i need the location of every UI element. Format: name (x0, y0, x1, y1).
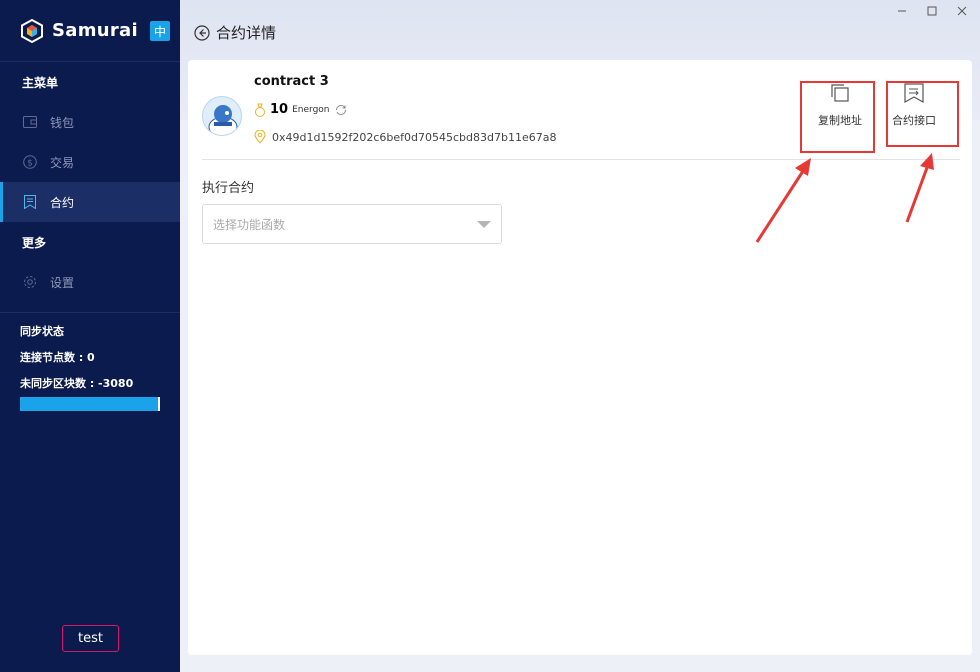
card-divider (202, 159, 960, 160)
sidebar-item-contract[interactable]: 合约 (0, 182, 180, 222)
page-title: 合约详情 (216, 24, 277, 42)
function-select-placeholder: 选择功能函数 (213, 217, 286, 232)
annotation-box-copy (800, 81, 875, 153)
sidebar-item-label: 交易 (50, 155, 75, 170)
energon-balance: 10 Energon (254, 102, 348, 117)
sidebar-item-label: 钱包 (50, 115, 75, 130)
user-button[interactable]: test (62, 625, 119, 652)
sidebar-item-label: 设置 (50, 275, 75, 290)
svg-text:$: $ (27, 159, 33, 169)
close-icon[interactable] (954, 4, 970, 18)
contract-address: 0x49d1d1592f202c6bef0d70545cbd83d7b11e67… (254, 130, 556, 144)
function-select[interactable]: 选择功能函数 (202, 204, 502, 244)
back-button[interactable]: 合约详情 (194, 22, 276, 43)
chevron-down-icon (477, 221, 491, 228)
address-text: 0x49d1d1592f202c6bef0d70545cbd83d7b11e67… (272, 130, 557, 144)
brand-name: Samurai (52, 20, 138, 41)
minimize-icon[interactable] (894, 4, 910, 18)
window-controls (894, 4, 970, 18)
location-pin-icon (254, 130, 266, 144)
gear-icon (22, 274, 38, 290)
main-menu-title: 主菜单 (22, 75, 59, 90)
sidebar-item-label: 合约 (50, 195, 75, 210)
sidebar-item-settings[interactable]: 设置 (0, 262, 180, 302)
contract-icon (22, 194, 38, 210)
sync-progress-bar (20, 397, 160, 411)
money-bag-icon (255, 103, 265, 117)
samurai-logo-icon (21, 18, 43, 43)
back-arrow-icon (194, 24, 210, 41)
execute-contract-label: 执行合约 (202, 181, 255, 196)
energon-unit: Energon (292, 104, 330, 115)
energon-value: 10 (270, 102, 289, 117)
maximize-icon[interactable] (924, 4, 940, 18)
sidebar-item-transaction[interactable]: $ 交易 (0, 142, 180, 182)
connected-nodes: 连接节点数 : 0 (20, 351, 95, 364)
language-toggle[interactable]: 中 (150, 21, 170, 41)
sidebar: Samurai 中 主菜单 钱包 $ 交易 合约 更多 设置 同步状态 连接节点… (0, 0, 180, 672)
wallet-icon (22, 114, 38, 130)
annotation-box-interface (886, 81, 959, 147)
more-title: 更多 (22, 235, 47, 250)
sync-status-title: 同步状态 (20, 325, 64, 338)
contract-avatar (202, 96, 242, 136)
dollar-icon: $ (22, 154, 38, 170)
refresh-icon[interactable] (334, 103, 348, 117)
sidebar-item-wallet[interactable]: 钱包 (0, 102, 180, 142)
contract-name: contract 3 (254, 74, 329, 89)
sync-status: 同步状态 连接节点数 : 0 未同步区块数 : -3080 (0, 313, 180, 401)
